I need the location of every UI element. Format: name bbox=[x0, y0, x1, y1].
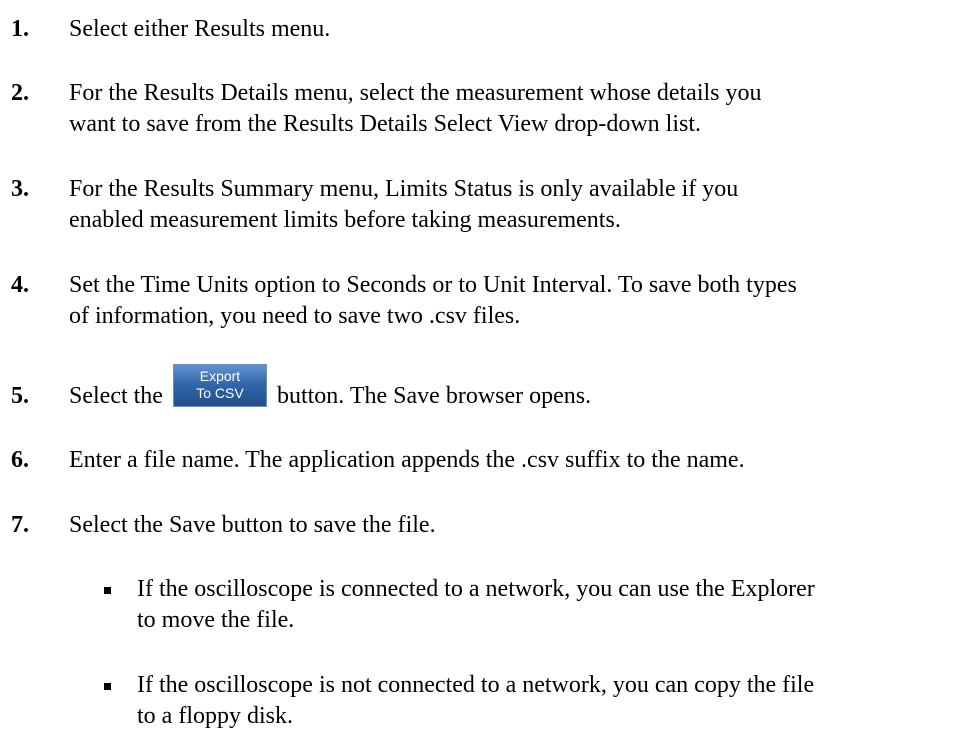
step-text: Select the Save button to save the file. bbox=[69, 512, 436, 538]
step-text-line: want to save from the Results Details Se… bbox=[69, 111, 702, 137]
step-number: 4. bbox=[11, 272, 29, 298]
step-text: For the Results Summary menu, Limits Sta… bbox=[69, 174, 949, 236]
step-text: For the Results Details menu, select the… bbox=[69, 78, 949, 140]
step-text: Select either Results menu. bbox=[69, 16, 331, 42]
document-page: { "steps": [ {"num": "1.", "text": "Sele… bbox=[0, 0, 966, 734]
square-bullet-icon bbox=[104, 587, 111, 594]
bullet-text-line: If the oscilloscope is connected to a ne… bbox=[137, 576, 815, 602]
step-text-line: For the Results Details menu, select the… bbox=[69, 80, 762, 106]
step-text-after: button. The Save browser opens. bbox=[270, 383, 592, 409]
step-number: 3. bbox=[11, 176, 29, 202]
step-text-line: enabled measurement limits before taking… bbox=[69, 207, 621, 233]
bullet-text: If the oscilloscope is connected to a ne… bbox=[137, 574, 937, 636]
export-button-label-line1: Export bbox=[199, 368, 241, 384]
square-bullet-icon bbox=[104, 683, 111, 690]
step-text-line: Set the Time Units option to Seconds or … bbox=[69, 272, 797, 298]
step-text-line: of information, you need to save two .cs… bbox=[69, 303, 521, 329]
step-number: 6. bbox=[11, 447, 29, 473]
export-to-csv-button[interactable]: Export To CSV bbox=[172, 364, 267, 407]
bullet-text-line: If the oscilloscope is not connected to … bbox=[137, 672, 815, 698]
export-button-label-line2: To CSV bbox=[196, 385, 244, 401]
bullet-text: If the oscilloscope is not connected to … bbox=[137, 670, 937, 732]
step-number: 5. bbox=[11, 383, 29, 409]
step-number: 2. bbox=[11, 80, 29, 106]
bullet-text-line: to move the file. bbox=[137, 607, 295, 633]
step-text: Set the Time Units option to Seconds or … bbox=[69, 270, 949, 332]
step-text-before: Select the bbox=[69, 383, 169, 409]
step-text-line: For the Results Summary menu, Limits Sta… bbox=[69, 176, 739, 202]
step-number: 7. bbox=[11, 512, 29, 538]
step-text: Enter a file name. The application appen… bbox=[69, 447, 745, 473]
bullet-text-line: to a floppy disk. bbox=[137, 703, 293, 729]
step-number: 1. bbox=[11, 16, 29, 42]
step-text: Select the Export To CSV button. The Save… bbox=[69, 364, 949, 412]
